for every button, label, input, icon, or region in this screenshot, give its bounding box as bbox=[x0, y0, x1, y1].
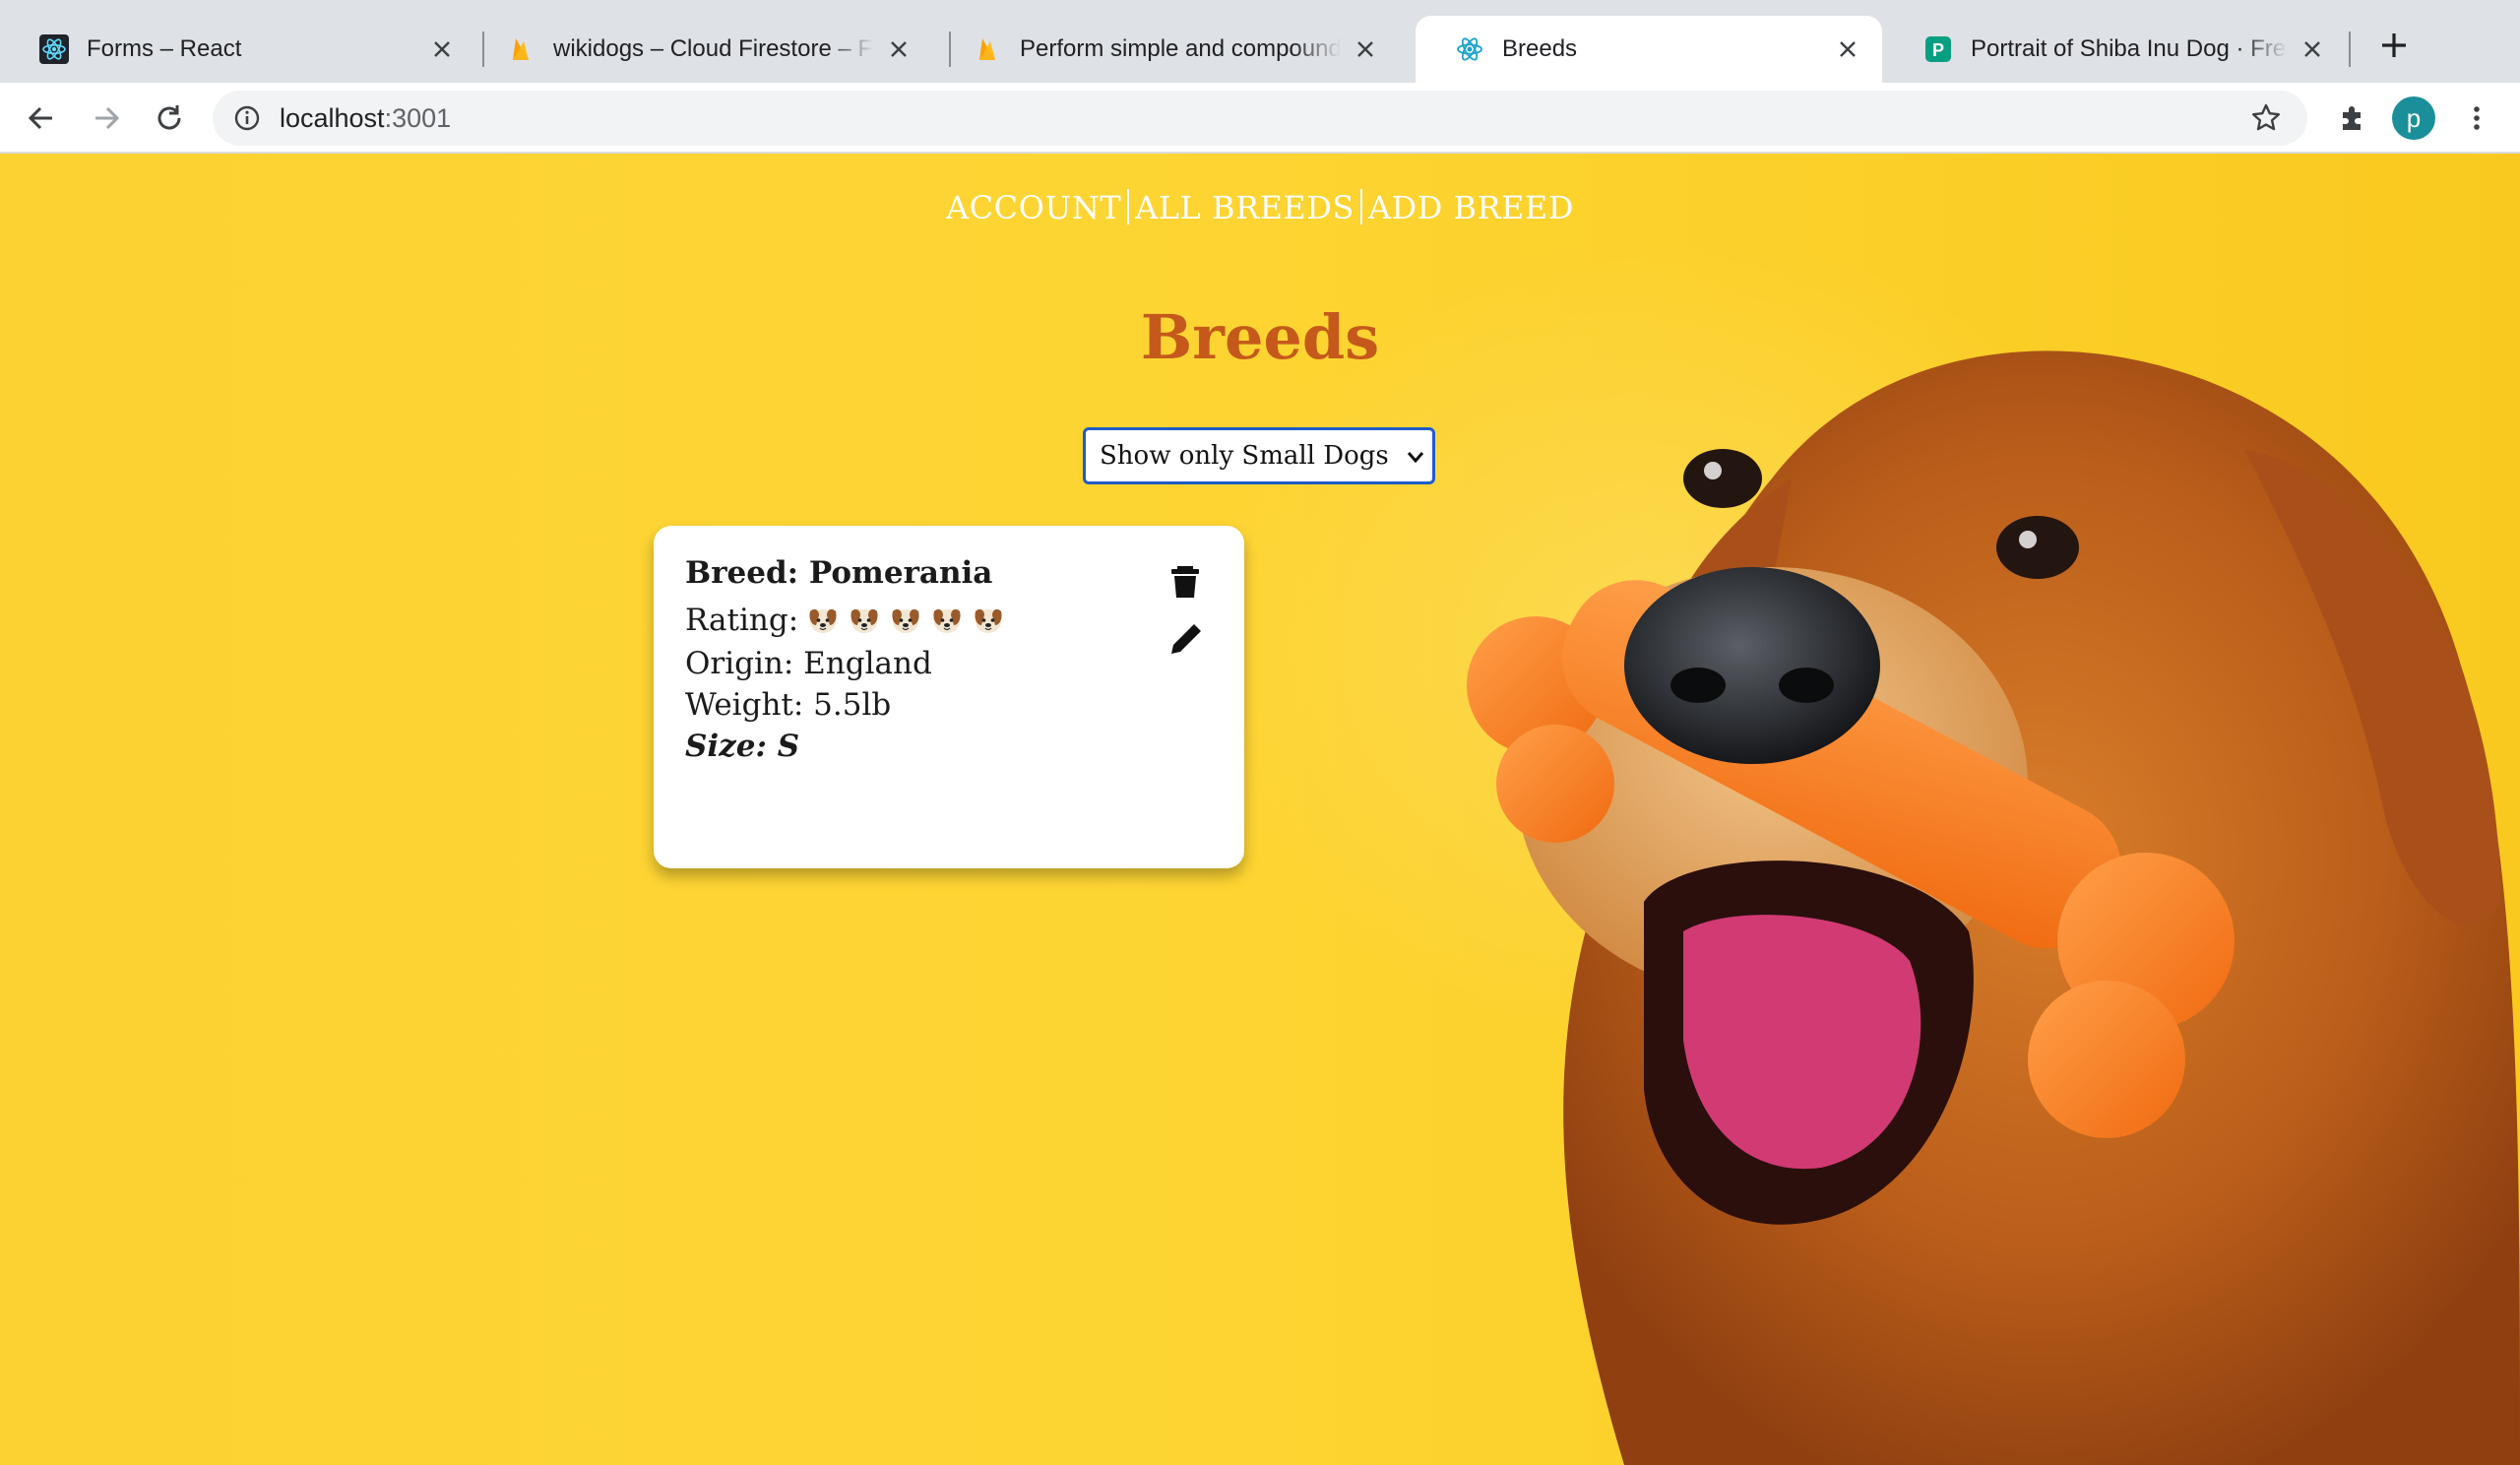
tab-firestore[interactable]: wikidogs – Cloud Firestore – Fi bbox=[467, 16, 933, 83]
tab-perform-queries[interactable]: Perform simple and compound bbox=[933, 16, 1400, 83]
close-icon[interactable] bbox=[2298, 34, 2327, 64]
pexels-icon: P bbox=[1923, 34, 1953, 64]
browser-toolbar: localhost:3001 p bbox=[0, 83, 2520, 154]
tab-title: Breeds bbox=[1502, 35, 1578, 62]
url-text: localhost:3001 bbox=[280, 103, 451, 134]
profile-avatar[interactable]: p bbox=[2392, 96, 2435, 140]
reload-button[interactable] bbox=[150, 98, 189, 138]
back-button[interactable] bbox=[22, 98, 61, 138]
firebase-icon bbox=[973, 34, 1002, 64]
close-icon[interactable] bbox=[427, 34, 457, 64]
breed-size: Size: S bbox=[685, 729, 800, 764]
address-bar[interactable]: localhost:3001 bbox=[213, 91, 2307, 146]
reload-icon bbox=[158, 105, 181, 130]
breed-name: Breed: Pomerania bbox=[685, 555, 993, 591]
tab-title: wikidogs – Cloud Firestore – Fi bbox=[553, 35, 874, 62]
dog-face-icon bbox=[850, 608, 878, 633]
tab-breeds[interactable]: Breeds bbox=[1416, 16, 1882, 83]
react-icon bbox=[1455, 34, 1484, 64]
pencil-icon[interactable] bbox=[1166, 620, 1205, 660]
rating-label: Rating: bbox=[685, 603, 799, 638]
plus-icon bbox=[2382, 33, 2406, 57]
bookmark-star-icon[interactable] bbox=[2250, 102, 2282, 134]
breed-card: Breed: Pomerania Rating: Origin: England… bbox=[654, 526, 1244, 868]
firebase-icon bbox=[506, 34, 536, 64]
tab-title: Perform simple and compound bbox=[1020, 35, 1341, 62]
top-navigation: ACCOUNT ALL BREEDS ADD BREED bbox=[0, 189, 2520, 226]
close-icon[interactable] bbox=[884, 34, 914, 64]
size-filter-select[interactable]: Show only Small Dogs bbox=[1083, 427, 1435, 484]
extensions-button[interactable] bbox=[2333, 98, 2372, 138]
tab-title: Portrait of Shiba Inu Dog · Free bbox=[1971, 35, 2288, 62]
dog-face-icon bbox=[975, 608, 1002, 633]
new-tab-button[interactable] bbox=[2374, 26, 2414, 65]
close-icon[interactable] bbox=[1351, 34, 1380, 64]
nav-all-breeds-link[interactable]: ALL BREEDS bbox=[1129, 189, 1360, 226]
trash-icon[interactable] bbox=[1166, 561, 1205, 601]
dog-face-icon bbox=[892, 608, 919, 633]
menu-button[interactable] bbox=[2457, 98, 2496, 138]
tab-pexels[interactable]: P Portrait of Shiba Inu Dog · Free bbox=[1884, 16, 2347, 83]
tab-forms-react[interactable]: Forms – React bbox=[0, 16, 476, 83]
page-title: Breeds bbox=[1140, 301, 1380, 373]
puzzle-icon bbox=[2343, 106, 2361, 130]
page-viewport: ACCOUNT ALL BREEDS ADD BREED Breeds Show o… bbox=[0, 154, 2520, 1465]
arrow-right-icon bbox=[95, 106, 120, 130]
url-port: :3001 bbox=[384, 103, 452, 133]
breed-origin: Origin: England bbox=[685, 646, 932, 681]
rating-dog-faces bbox=[806, 604, 1005, 637]
tab-strip: Forms – React wikidogs – Cloud Firestore… bbox=[0, 0, 2520, 83]
breed-rating: Rating: bbox=[685, 603, 1005, 638]
nav-add-breed-link[interactable]: ADD BREED bbox=[1362, 189, 1580, 226]
react-icon bbox=[39, 34, 69, 64]
tab-title: Forms – React bbox=[87, 35, 242, 62]
dog-face-icon bbox=[809, 608, 837, 633]
url-host: localhost bbox=[280, 103, 385, 133]
info-icon[interactable] bbox=[232, 103, 262, 133]
tab-divider bbox=[2349, 32, 2351, 67]
svg-text:P: P bbox=[1932, 40, 1944, 60]
arrow-left-icon bbox=[28, 106, 52, 130]
dog-face-icon bbox=[933, 608, 961, 633]
kebab-menu-icon bbox=[2474, 106, 2480, 130]
breed-weight: Weight: 5.5lb bbox=[685, 687, 892, 723]
close-icon[interactable] bbox=[1833, 34, 1862, 64]
forward-button[interactable] bbox=[87, 98, 126, 138]
nav-account-link[interactable]: ACCOUNT bbox=[940, 189, 1127, 226]
